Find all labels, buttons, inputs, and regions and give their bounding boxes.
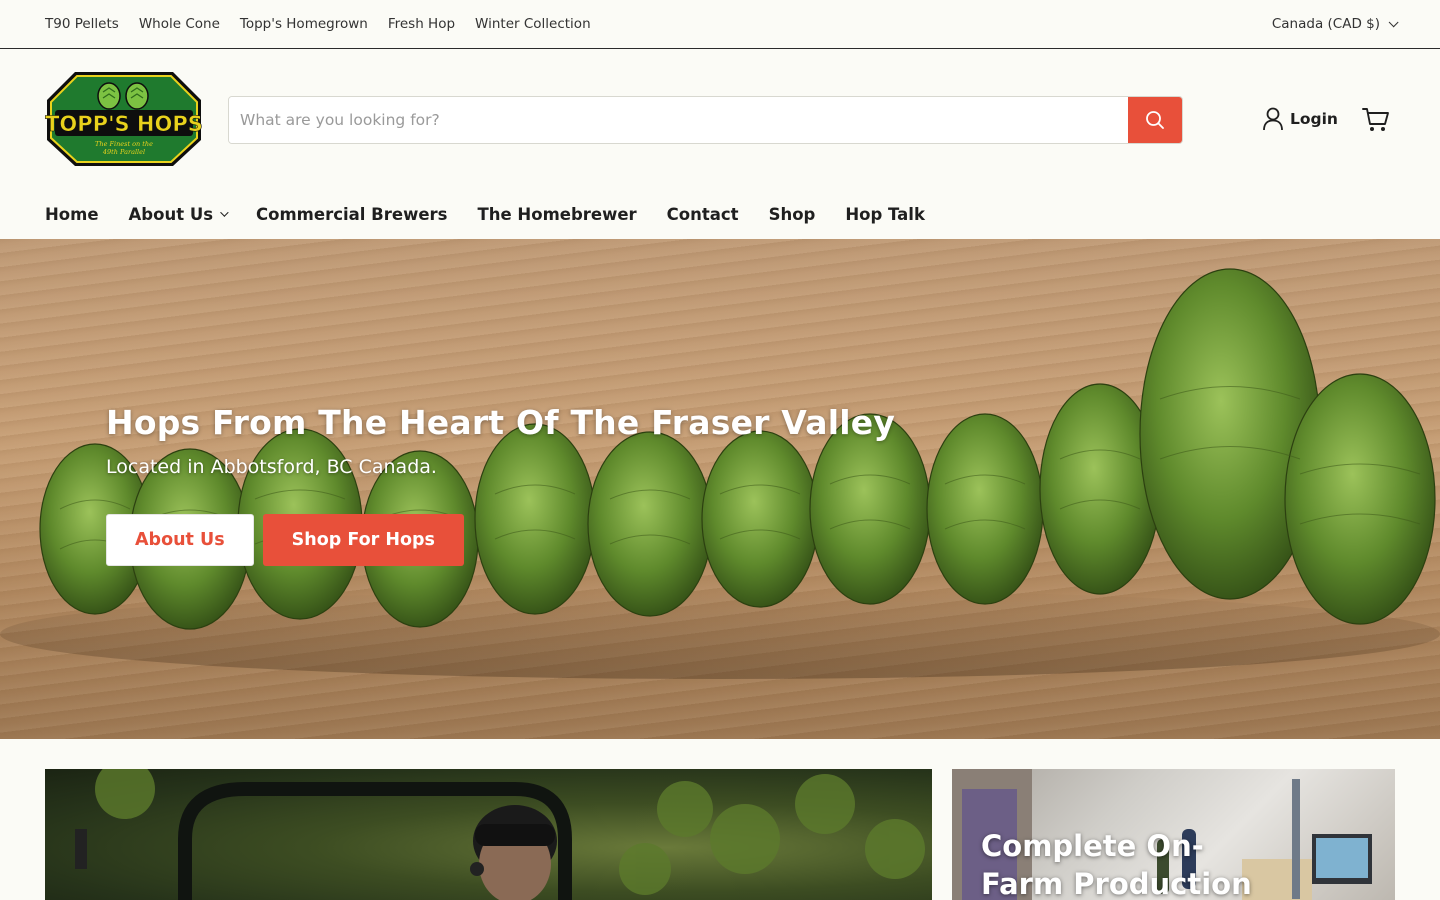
hero-content: Hops From The Heart Of The Fraser Valley… xyxy=(106,403,895,566)
svg-text:49th Parallel: 49th Parallel xyxy=(102,148,145,156)
nav-item-home-label: Home xyxy=(45,204,99,224)
login-link[interactable]: Login xyxy=(1262,107,1338,131)
utility-link-fresh-hop[interactable]: Fresh Hop xyxy=(388,16,455,32)
hero-subtitle: Located in Abbotsford, BC Canada. xyxy=(106,456,437,478)
chevron-down-icon xyxy=(220,208,229,217)
hero-title: Hops From The Heart Of The Fraser Valley xyxy=(106,403,896,442)
login-label: Login xyxy=(1290,110,1338,128)
utility-link-winter-collection[interactable]: Winter Collection xyxy=(475,16,591,32)
nav-item-home[interactable]: Home xyxy=(45,205,99,224)
utility-link-whole-cone[interactable]: Whole Cone xyxy=(139,16,220,32)
nav-item-shop[interactable]: Shop xyxy=(769,205,816,224)
cart-icon xyxy=(1362,108,1389,131)
utility-link-t90-pellets[interactable]: T90 Pellets xyxy=(45,16,119,32)
currency-selector[interactable]: Canada (CAD $) xyxy=(1271,16,1399,32)
search-button[interactable] xyxy=(1128,97,1182,143)
hero-banner: Hops From The Heart Of The Fraser Valley… xyxy=(0,239,1440,739)
feature-card-farm[interactable] xyxy=(45,769,932,900)
logo-text: TOPP'S HOPS xyxy=(45,112,203,136)
nav-item-shop-label: Shop xyxy=(768,204,816,224)
main-navigation: Home About Us Commercial Brewers The Hom… xyxy=(0,189,1440,239)
nav-item-hop-talk-label: Hop Talk xyxy=(845,204,925,224)
search-icon xyxy=(1146,111,1164,129)
nav-item-contact[interactable]: Contact xyxy=(667,205,739,224)
chevron-down-icon xyxy=(1388,16,1399,27)
utility-link-topps-homegrown[interactable]: Topp's Homegrown xyxy=(240,16,368,32)
about-us-button[interactable]: About Us xyxy=(106,514,254,566)
search-input[interactable] xyxy=(229,97,1128,143)
nav-item-homebrewer[interactable]: The Homebrewer xyxy=(477,205,636,224)
nav-item-commercial-brewers-label: Commercial Brewers xyxy=(256,204,448,224)
search-form xyxy=(228,96,1183,144)
production-card-title: Complete On-Farm Production xyxy=(981,829,1252,900)
hero-buttons: About Us Shop For Hops xyxy=(106,514,895,566)
cart-button-wrapper[interactable] xyxy=(1362,107,1390,137)
nav-item-about-us[interactable]: About Us xyxy=(128,204,229,224)
farm-photo xyxy=(75,769,925,900)
nav-item-homebrewer-label: The Homebrewer xyxy=(477,204,637,224)
shop-for-hops-button[interactable]: Shop For Hops xyxy=(262,514,464,566)
nav-item-about-us-label: About Us xyxy=(128,204,214,224)
currency-label: Canada (CAD $) xyxy=(1271,16,1380,32)
nav-item-contact-label: Contact xyxy=(666,204,739,224)
nav-item-commercial-brewers[interactable]: Commercial Brewers xyxy=(256,205,447,224)
utility-links: T90 Pellets Whole Cone Topp's Homegrown … xyxy=(45,16,591,32)
nav-item-hop-talk[interactable]: Hop Talk xyxy=(845,205,925,224)
svg-text:The Finest on the: The Finest on the xyxy=(95,140,153,148)
logo-graphic: TOPP'S HOPS The Finest on the 49th Paral… xyxy=(45,72,203,166)
site-logo[interactable]: TOPP'S HOPS The Finest on the 49th Paral… xyxy=(45,70,203,168)
feature-card-production[interactable]: Complete On-Farm Production xyxy=(952,769,1395,900)
user-icon xyxy=(1263,107,1283,131)
site-header: TOPP'S HOPS The Finest on the 49th Paral… xyxy=(0,49,1440,189)
utility-bar: T90 Pellets Whole Cone Topp's Homegrown … xyxy=(0,0,1440,49)
